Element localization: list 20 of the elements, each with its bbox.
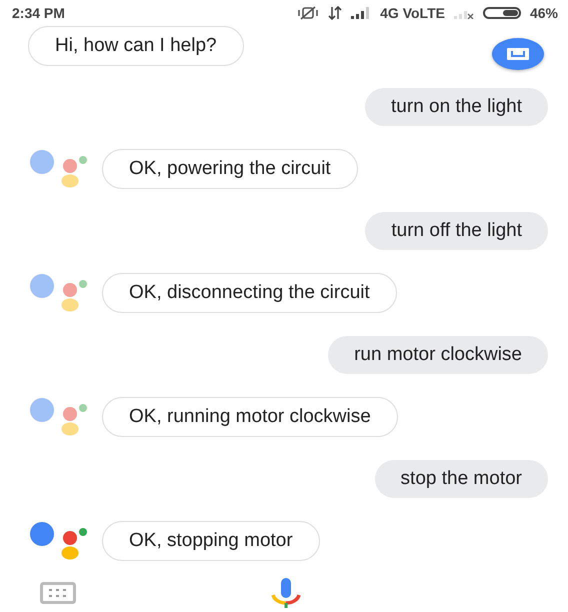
keyboard-button[interactable] (40, 582, 76, 606)
assistant-message: OK, stopping motor (102, 521, 320, 561)
battery-percent: 46% (530, 5, 558, 21)
assistant-message: OK, powering the circuit (102, 149, 358, 189)
user-message: run motor clockwise (328, 336, 548, 374)
user-message: turn on the light (365, 88, 548, 126)
vibrate-off-icon (297, 6, 320, 20)
assistant-message: OK, disconnecting the circuit (102, 273, 397, 313)
tray-button[interactable] (492, 38, 544, 70)
battery-icon (482, 7, 521, 19)
data-transfer-icon (328, 6, 342, 20)
tray-icon (507, 48, 529, 60)
user-message: turn off the light (365, 212, 548, 250)
clock-time: 2:34 PM (12, 5, 65, 21)
assistant-message: OK, running motor clockwise (102, 397, 398, 437)
user-message: stop the motor (374, 460, 548, 498)
microphone-button[interactable] (270, 578, 302, 611)
greeting-bubble: Hi, how can I help? (28, 26, 244, 66)
signal-icon (351, 7, 372, 19)
network-type: 4G VoLTE (380, 5, 445, 21)
